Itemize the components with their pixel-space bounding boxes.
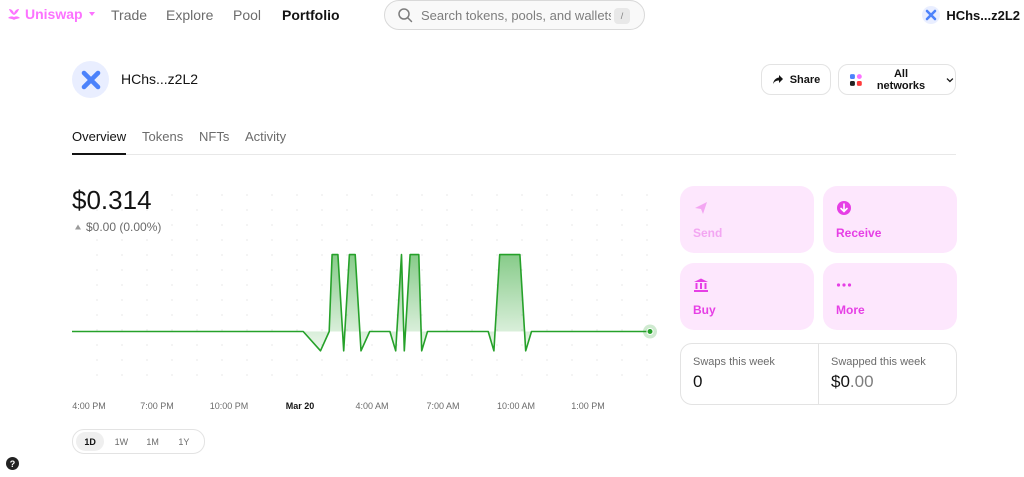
send-button[interactable]: Send (680, 186, 814, 253)
share-label: Share (789, 73, 821, 86)
chevron-down-icon (946, 77, 954, 82)
buy-button[interactable]: Buy (680, 263, 814, 330)
share-button[interactable]: Share (761, 64, 831, 95)
chart-grid (96, 194, 648, 376)
account-avatar (922, 6, 941, 24)
brand-menu[interactable]: Uniswap (6, 6, 96, 22)
range-1w[interactable]: 1W (107, 432, 135, 451)
swapped-value: $0.00 (831, 372, 874, 392)
tab-nfts[interactable]: NFTs (199, 129, 229, 155)
tab-tokens[interactable]: Tokens (142, 129, 183, 155)
more-label: More (836, 303, 865, 317)
range-1m[interactable]: 1M (139, 432, 167, 451)
time-range-selector: 1D 1W 1M 1Y (72, 429, 205, 454)
swapped-value-cents: .00 (849, 372, 874, 391)
uniswap-logo-icon (8, 9, 20, 20)
search-icon (398, 8, 413, 23)
portfolio-balance: $0.314 (72, 185, 152, 215)
networks-label: All networks (876, 67, 926, 92)
swaps-label: Swaps this week (693, 356, 775, 368)
nav-trade[interactable]: Trade (111, 7, 147, 23)
receive-icon (837, 201, 851, 215)
caret-down-icon (88, 12, 95, 16)
receive-button[interactable]: Receive (823, 186, 957, 253)
share-arrow-icon (772, 74, 783, 84)
balance-change-value: $0.00 (0.00%) (86, 220, 162, 234)
weekly-stats: Swaps this week 0 Swapped this week $0.0… (680, 343, 957, 405)
bank-icon (694, 278, 708, 292)
x-tick-label: Mar 20 (286, 401, 315, 411)
swaps-stat: Swaps this week 0 (681, 344, 818, 404)
x-tick-label: 10:00 AM (497, 401, 535, 411)
x-tick-label: 4:00 AM (355, 401, 388, 411)
x-avatar-icon (81, 70, 100, 89)
account-name: HChs...z2L2 (946, 7, 1020, 23)
wallet-avatar (72, 61, 109, 98)
more-button[interactable]: More (823, 263, 957, 330)
send-label: Send (693, 226, 723, 240)
help-icon[interactable]: ? (6, 457, 19, 470)
swapped-value-main: $0 (831, 372, 850, 391)
tab-activity[interactable]: Activity (245, 129, 286, 155)
range-1y[interactable]: 1Y (170, 432, 198, 451)
balance-change: $0.00 (0.00%) (74, 220, 161, 234)
search-input[interactable] (421, 7, 611, 23)
chart-area-fill (72, 254, 650, 351)
portfolio-tabs: Overview Tokens NFTs Activity (72, 129, 956, 155)
chart-plot (72, 253, 657, 352)
swaps-value: 0 (693, 372, 703, 391)
chart-x-axis: 4:00 PM 7:00 PM 10:00 PM Mar 20 4:00 AM 7:00 … (72, 401, 605, 411)
nav-pool[interactable]: Pool (233, 7, 261, 23)
more-icon (836, 283, 852, 287)
x-tick-label: 1:00 PM (571, 401, 605, 411)
receive-label: Receive (836, 226, 882, 240)
x-tick-label: 4:00 PM (72, 401, 106, 411)
buy-label: Buy (693, 303, 716, 317)
x-tick-label: 10:00 PM (210, 401, 249, 411)
all-networks-dropdown[interactable]: All networks (838, 64, 956, 95)
chart-endpoint-dot (646, 328, 654, 336)
brand-name: Uniswap (25, 6, 83, 22)
nav-explore[interactable]: Explore (166, 7, 213, 23)
networks-grid-icon (849, 73, 862, 86)
send-icon (695, 202, 707, 214)
range-1d[interactable]: 1D (76, 432, 105, 451)
x-tick-label: 7:00 PM (140, 401, 174, 411)
account-button[interactable]: HChs...z2L2 (922, 6, 1020, 24)
x-tick-label: 7:00 AM (426, 401, 459, 411)
swapped-stat: Swapped this week $0.00 (819, 344, 957, 404)
x-avatar-icon (926, 9, 937, 21)
top-nav: Uniswap Trade Explore Pool Portfolio / H… (0, 0, 1024, 30)
tab-overview[interactable]: Overview (72, 129, 127, 155)
nav-portfolio[interactable]: Portfolio (282, 7, 340, 23)
search-bar[interactable]: / (384, 0, 645, 30)
swapped-label: Swapped this week (831, 356, 926, 368)
wallet-name: HChs...z2L2 (121, 71, 199, 87)
triangle-up-icon (75, 224, 81, 230)
search-shortcut-key: / (614, 8, 630, 24)
